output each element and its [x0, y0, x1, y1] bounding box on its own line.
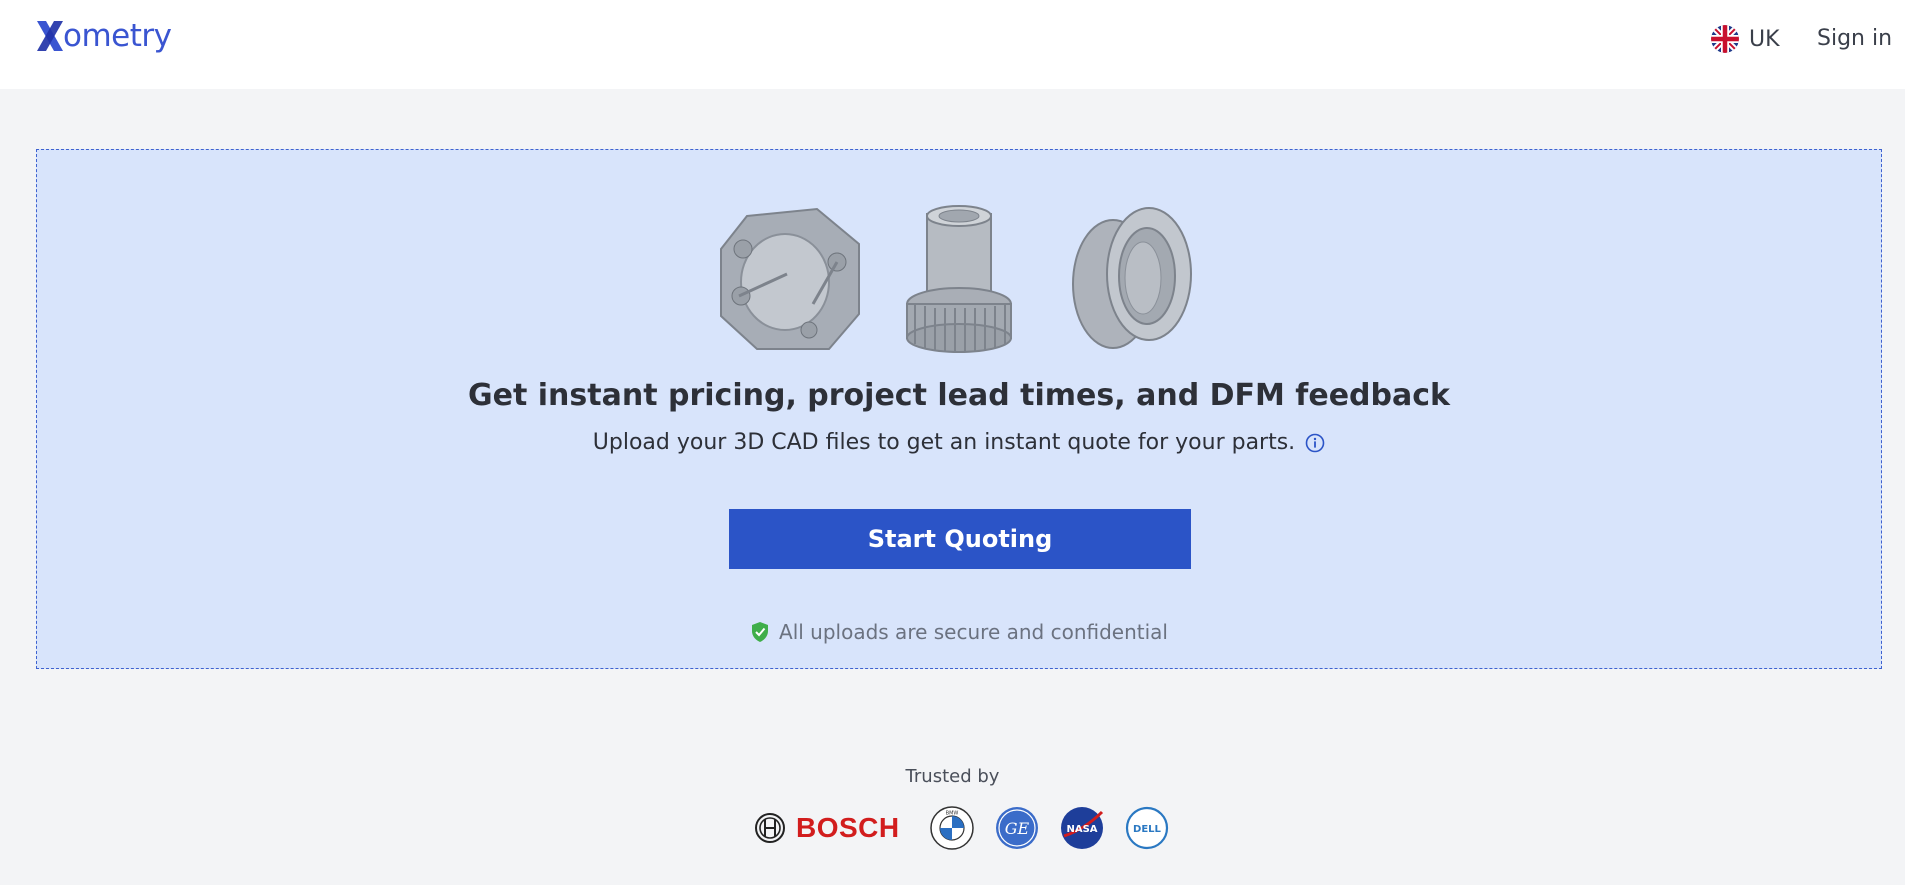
nasa-logo: NASA	[1060, 807, 1103, 849]
machined-block-part-image	[720, 207, 860, 350]
trusted-by-label: Trusted by	[905, 766, 1000, 787]
cad-upload-dropzone[interactable]: Get instant pricing, project lead times,…	[36, 149, 1882, 669]
shield-check-icon	[752, 622, 769, 642]
ge-mark-text: GE	[1004, 819, 1029, 838]
ge-logo: GE	[995, 807, 1038, 849]
trusted-logos: BOSCH BMW GE NASA DELL	[754, 806, 1190, 850]
nasa-mark-text: NASA	[1066, 824, 1097, 835]
parts-illustration	[37, 204, 1881, 354]
sign-in-link[interactable]: Sign in	[1817, 24, 1892, 54]
dell-mark-text: DELL	[1133, 824, 1162, 835]
upload-headline: Get instant pricing, project lead times,…	[468, 378, 1450, 413]
info-icon[interactable]	[1305, 433, 1325, 453]
bosch-wordmark: BOSCH	[796, 812, 900, 843]
dell-logo: DELL	[1125, 806, 1168, 850]
bosch-logo: BOSCH	[754, 812, 900, 844]
bmw-mark-text: BMW	[945, 811, 958, 817]
bmw-logo: BMW	[929, 806, 974, 850]
logo-wordmark: ometry	[63, 17, 172, 54]
region-label: UK	[1749, 26, 1780, 52]
bosch-armature-icon	[755, 813, 785, 843]
xometry-logo[interactable]: ometry	[35, 16, 172, 56]
secure-notice: All uploads are secure and confidential	[37, 620, 1881, 644]
start-quoting-button[interactable]: Start Quoting	[729, 509, 1191, 569]
flanged-ring-part-image	[1072, 207, 1192, 349]
upload-subline-row: Upload your 3D CAD files to get an insta…	[37, 430, 1881, 455]
region-selector[interactable]: UK	[1711, 24, 1780, 54]
secure-text: All uploads are secure and confidential	[779, 620, 1168, 644]
upload-subline: Upload your 3D CAD files to get an insta…	[592, 430, 1296, 455]
gear-sleeve-part-image	[906, 205, 1012, 353]
uk-flag-icon	[1711, 25, 1739, 53]
top-header: ometry UK Sign in	[0, 0, 1905, 89]
xometry-x-icon	[37, 21, 63, 51]
